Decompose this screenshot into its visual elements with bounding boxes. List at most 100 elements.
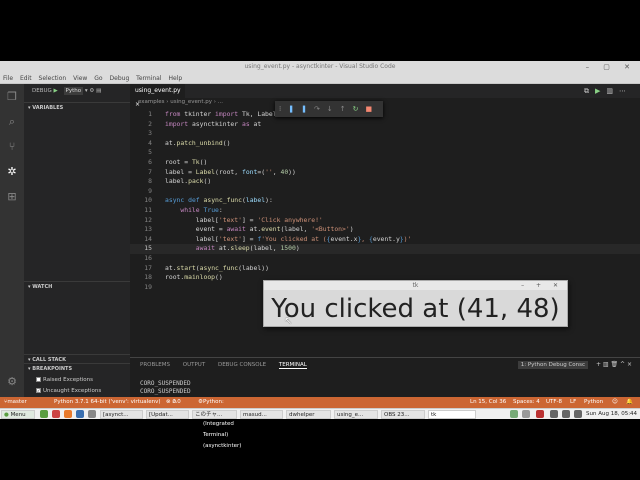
- breadcrumb[interactable]: examples › using_event.py › ...: [138, 99, 223, 105]
- terminal-output[interactable]: CORO_SUSPENDED CORO_SUSPENDED: [140, 380, 191, 396]
- debug-config-select[interactable]: Pytho: [63, 87, 84, 95]
- tab-problems[interactable]: PROBLEMS: [140, 362, 170, 368]
- files-icon[interactable]: [40, 410, 48, 418]
- menu-bar: File Edit Selection View Go Debug Termin…: [0, 73, 640, 84]
- search-icon[interactable]: ⌕: [4, 114, 20, 130]
- volume-icon[interactable]: [562, 410, 570, 418]
- language-status[interactable]: Python: [584, 397, 603, 408]
- app-icon[interactable]: [76, 410, 84, 418]
- window-title: using_event.py - asynctkinter - Visual S…: [244, 63, 396, 70]
- menu-help[interactable]: Help: [168, 75, 182, 82]
- taskbar-item[interactable]: OBS 23...: [381, 410, 425, 419]
- step-out-icon[interactable]: ↑: [340, 105, 353, 113]
- menu-debug[interactable]: Debug: [110, 75, 130, 82]
- tray-icon[interactable]: [536, 410, 544, 418]
- window-titlebar: using_event.py - asynctkinter - Visual S…: [0, 61, 640, 73]
- battery-icon[interactable]: [574, 410, 582, 418]
- panel-tabs: PROBLEMS OUTPUT DEBUG CONSOLE TERMINAL: [140, 362, 318, 369]
- menu-file[interactable]: File: [3, 75, 13, 82]
- stop-icon[interactable]: ■: [365, 105, 379, 113]
- bell-icon[interactable]: 🔔: [626, 397, 633, 408]
- split-icon[interactable]: ⧉: [584, 87, 595, 95]
- taskbar-item[interactable]: masud...: [240, 410, 283, 419]
- status-bar: ⑂ master Python 3.7.1 64-bit ('venv': vi…: [0, 397, 640, 449]
- checkbox[interactable]: [36, 377, 41, 382]
- start-menu-button[interactable]: ● Menu: [1, 410, 35, 419]
- debug-icon[interactable]: ✲: [4, 164, 20, 180]
- feedback-icon[interactable]: ☺: [612, 397, 618, 408]
- firefox-icon[interactable]: [64, 410, 72, 418]
- terminal-line: CORO_SUSPENDED: [140, 380, 191, 387]
- taskbar-item[interactable]: [asynct...: [100, 410, 143, 419]
- tk-window[interactable]: tk – + ✕ You clicked at (41, 48): [263, 280, 568, 327]
- tray-icon[interactable]: [522, 410, 530, 418]
- code-view[interactable]: 1 from tkinter import Tk, Label 2 import a…: [130, 110, 640, 292]
- watch-section[interactable]: ▾ WATCH: [24, 281, 130, 292]
- menu-edit[interactable]: Edit: [20, 75, 32, 82]
- menu-selection[interactable]: Selection: [39, 75, 67, 82]
- indent-status[interactable]: Spaces: 4: [513, 397, 540, 408]
- variables-section[interactable]: ▾ VARIABLES: [24, 102, 130, 113]
- app-icon[interactable]: [52, 410, 60, 418]
- tk-label[interactable]: You clicked at (41, 48): [264, 291, 567, 327]
- activity-bar: ❐ ⌕ ⑂ ✲ ⊞ ⚙: [0, 84, 24, 397]
- tab-debug-console[interactable]: DEBUG CONSOLE: [218, 362, 266, 368]
- menu-go[interactable]: Go: [94, 75, 102, 82]
- eol-status[interactable]: LF: [570, 397, 576, 408]
- add-terminal-icon[interactable]: +: [596, 361, 603, 368]
- tray-icon[interactable]: [510, 410, 518, 418]
- trash-icon[interactable]: 🗑: [611, 361, 621, 368]
- console-icon[interactable]: ▤: [96, 88, 101, 94]
- split-editor-icon[interactable]: ▥: [606, 87, 619, 95]
- step-into-icon[interactable]: ↓: [327, 105, 340, 113]
- settings-icon[interactable]: ⚙: [89, 88, 94, 94]
- menu-view[interactable]: View: [73, 75, 87, 82]
- launch-config-status[interactable]: ⚙ Python: Current File (Integrated Termi…: [198, 397, 241, 449]
- chevron-down-icon[interactable]: ▾: [85, 88, 88, 94]
- debug-toolbar-header: DEBUG ▶ Pytho ▾ ⚙ ▤: [24, 84, 130, 98]
- interpreter-status[interactable]: Python 3.7.1 64-bit ('venv': virtualenv): [54, 397, 160, 408]
- run-icon[interactable]: ▶: [595, 87, 606, 95]
- debug-floating-toolbar: ⁞❚❚↷↓↑↻■: [275, 101, 383, 117]
- tab-terminal[interactable]: TERMINAL: [278, 362, 307, 369]
- breakpoint-raised-exceptions[interactable]: Raised Exceptions: [36, 376, 93, 384]
- restart-icon[interactable]: ↻: [353, 105, 366, 113]
- split-terminal-icon[interactable]: ▥: [603, 361, 611, 368]
- checkbox-checked[interactable]: ✓: [36, 388, 41, 393]
- branch-status[interactable]: ⑂ master: [4, 397, 27, 408]
- extensions-icon[interactable]: ⊞: [4, 189, 20, 205]
- clock[interactable]: Sun Aug 18, 05:44: [586, 409, 637, 419]
- taskbar-item[interactable]: dwhelper: [286, 410, 331, 419]
- breakpoints-section[interactable]: ▾ BREAKPOINTS: [24, 363, 130, 374]
- tab-output[interactable]: OUTPUT: [183, 362, 205, 368]
- tk-window-controls[interactable]: – + ✕: [521, 281, 563, 290]
- menu-terminal[interactable]: Terminal: [136, 75, 161, 82]
- problems-status[interactable]: ⊗ 0 ⚠ 0: [166, 397, 181, 408]
- gear-icon[interactable]: ⚙: [4, 374, 20, 390]
- step-over-icon[interactable]: ↷: [314, 105, 327, 113]
- more-icon[interactable]: ⋯: [619, 87, 632, 95]
- start-debug-icon[interactable]: ▶: [54, 88, 58, 94]
- network-icon[interactable]: [550, 410, 558, 418]
- terminal-icon[interactable]: [88, 410, 96, 418]
- drag-handle-icon[interactable]: ⁞: [279, 105, 288, 113]
- taskbar: ● Menu [asynct... [Updat... このチャ... masu…: [0, 408, 640, 419]
- terminal-line: CORO_SUSPENDED: [140, 388, 191, 395]
- encoding-status[interactable]: UTF-8: [546, 397, 562, 408]
- cursor-position[interactable]: Ln 15, Col 36: [470, 397, 506, 408]
- maximize-icon[interactable]: ^: [620, 361, 627, 368]
- mouse-cursor-icon: ↖: [284, 316, 293, 327]
- breakpoint-uncaught-exceptions[interactable]: ✓ Uncaught Exceptions: [36, 387, 101, 395]
- taskbar-item[interactable]: using_e...: [334, 410, 378, 419]
- source-control-icon[interactable]: ⑂: [4, 139, 20, 155]
- close-icon[interactable]: ×: [627, 361, 632, 368]
- terminal-select[interactable]: 1: Python Debug Consc: [517, 361, 589, 369]
- editor-actions: ⧉▶▥⋯: [584, 84, 632, 98]
- pause-icon[interactable]: ❚❚: [288, 105, 314, 113]
- explorer-icon[interactable]: ❐: [4, 89, 20, 105]
- taskbar-item[interactable]: tk: [428, 410, 476, 419]
- taskbar-item[interactable]: [Updat...: [146, 410, 189, 419]
- taskbar-item[interactable]: このチャ...: [192, 410, 237, 419]
- window-controls[interactable]: – ▢ ✕: [586, 61, 636, 73]
- tab-using-event[interactable]: using_event.py ×: [130, 84, 185, 108]
